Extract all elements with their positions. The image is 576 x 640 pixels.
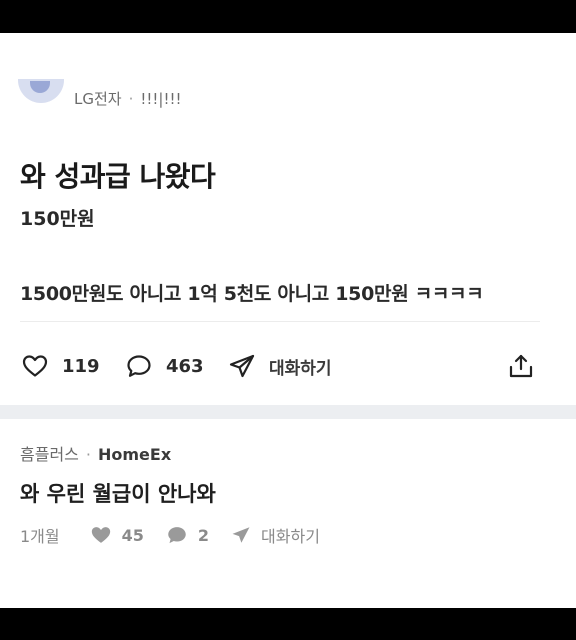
post-meta: LG전자 · !!!|!!!: [74, 88, 182, 109]
reply-meta: 흠플러스 · HomeEx: [20, 441, 171, 465]
post-nickname[interactable]: !!!|!!!: [140, 90, 181, 108]
chat-button[interactable]: 대화하기: [229, 351, 332, 381]
reply-time: 1개월: [20, 527, 60, 546]
meta-separator: ·: [128, 90, 134, 108]
app-frame: LG전자 · !!!|!!! 와 성과급 나왔다 150만원 1500만원도 아니고…: [0, 33, 576, 608]
like-button[interactable]: 119: [22, 351, 100, 381]
section-divider: [0, 405, 576, 419]
post-actions: 119 463 대화하기: [0, 351, 576, 381]
reply-chat-button[interactable]: 대화하기: [231, 523, 320, 547]
heart-icon: [22, 354, 48, 378]
share-button[interactable]: [508, 351, 534, 381]
post-subtitle: 150만원: [20, 208, 95, 230]
heart-icon: [90, 525, 122, 545]
post-body: 1500만원도 아니고 1억 5천도 아니고 150만원 ㅋㅋㅋㅋ: [20, 283, 484, 305]
reply-comment-button[interactable]: 2: [166, 525, 209, 545]
reply-author[interactable]: HomeEx: [98, 445, 171, 464]
reply-actions: 1개월 45 2 대화하기: [20, 522, 342, 548]
speech-bubble-icon: [166, 525, 198, 545]
meta-separator: ·: [85, 445, 91, 464]
reply-text: 와 우린 월급이 안나와: [20, 482, 216, 506]
speech-bubble-icon: [126, 354, 152, 378]
chat-label: 대화하기: [269, 358, 332, 379]
post-title: 와 성과급 나왔다: [20, 160, 216, 193]
post-card: LG전자 · !!!|!!! 와 성과급 나왔다 150만원 1500만원도 아니고…: [0, 33, 576, 405]
upload-icon: [508, 353, 534, 379]
reply-like-count: 45: [121, 525, 144, 545]
reply-chat-label: 대화하기: [261, 527, 320, 546]
comment-button[interactable]: 463: [126, 351, 204, 381]
reply-like-button[interactable]: 45: [90, 525, 144, 545]
comment-count: 463: [166, 355, 204, 377]
paper-plane-icon: [229, 354, 255, 378]
post-divider: [20, 321, 540, 322]
avatar[interactable]: [18, 79, 64, 103]
reply-company[interactable]: 흠플러스: [20, 445, 79, 464]
post-company[interactable]: LG전자: [74, 90, 122, 108]
reply-comment-count: 2: [197, 525, 210, 545]
like-count: 119: [62, 355, 100, 377]
reply-item: 흠플러스 · HomeEx 와 우린 월급이 안나와 1개월 45 2 대화하기: [0, 419, 576, 608]
paper-plane-icon: [231, 525, 261, 545]
